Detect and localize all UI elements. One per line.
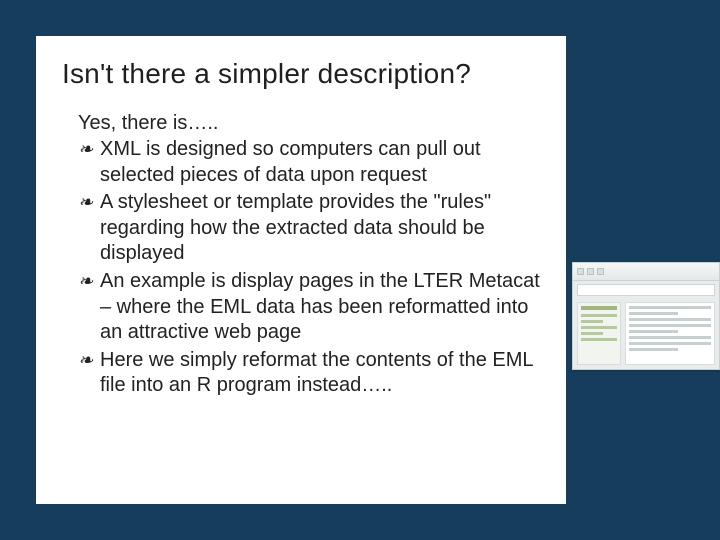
list-item: ❧ XML is designed so computers can pull … (78, 137, 544, 188)
bullet-text: XML is designed so computers can pull ou… (100, 137, 544, 188)
bullet-text: An example is display pages in the LTER … (100, 269, 544, 346)
slide-title: Isn't there a simpler description? (62, 58, 544, 90)
bullet-icon: ❧ (78, 190, 100, 214)
bullet-icon: ❧ (78, 137, 100, 161)
webpage-thumbnail (572, 262, 720, 370)
bullet-icon: ❧ (78, 348, 100, 372)
bullet-list: ❧ XML is designed so computers can pull … (78, 137, 544, 399)
bullet-icon: ❧ (78, 269, 100, 293)
slide-card: Isn't there a simpler description? Yes, … (36, 36, 566, 504)
slide-intro: Yes, there is….. (78, 112, 544, 135)
thumbnail-body (573, 299, 719, 369)
bullet-text: A stylesheet or template provides the "r… (100, 190, 544, 267)
thumbnail-browser-chrome (573, 263, 719, 281)
list-item: ❧ A stylesheet or template provides the … (78, 190, 544, 267)
bullet-text: Here we simply reformat the contents of … (100, 348, 544, 399)
list-item: ❧ Here we simply reformat the contents o… (78, 348, 544, 399)
thumbnail-url-bar (577, 284, 715, 296)
list-item: ❧ An example is display pages in the LTE… (78, 269, 544, 346)
